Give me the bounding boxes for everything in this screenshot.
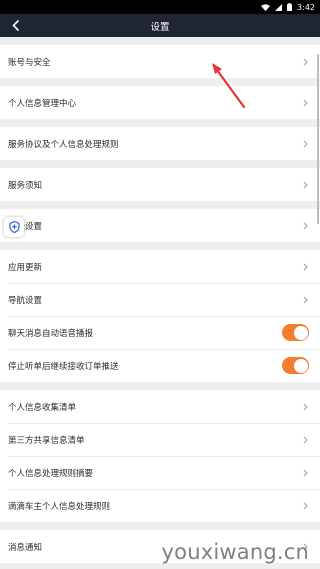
wifi-icon bbox=[261, 3, 271, 11]
settings-item-label: 第三方共享信息清单 bbox=[8, 435, 85, 446]
chevron-right-icon bbox=[301, 180, 309, 190]
chevron-left-icon bbox=[12, 20, 19, 31]
settings-item-account-security[interactable]: 账号与安全 bbox=[0, 45, 320, 78]
chevron-right-icon bbox=[301, 295, 309, 305]
floating-shield-button[interactable] bbox=[4, 217, 24, 237]
app-header: 设置 bbox=[0, 14, 320, 37]
shield-plus-icon bbox=[8, 221, 20, 233]
chevron-right-icon bbox=[301, 402, 309, 412]
order-push-toggle[interactable] bbox=[282, 357, 309, 374]
chevron-right-icon bbox=[301, 221, 309, 231]
chevron-right-icon bbox=[301, 98, 309, 108]
settings-item-rules-summary[interactable]: 个人信息处理规则摘要 bbox=[0, 456, 320, 489]
settings-group-address: 地址设置 bbox=[0, 209, 320, 242]
signal-icon bbox=[275, 3, 283, 11]
chevron-right-icon bbox=[301, 139, 309, 149]
chevron-right-icon bbox=[301, 262, 309, 272]
settings-item-chat-voice: 聊天消息自动语音播报 bbox=[0, 316, 320, 349]
settings-group-app: 应用更新 导航设置 聊天消息自动语音播报 停止听单后继续接收订单推送 bbox=[0, 250, 320, 382]
settings-group-privacy: 个人信息收集清单 第三方共享信息清单 个人信息处理规则摘要 滴滴车主个人信息处理… bbox=[0, 390, 320, 522]
settings-item-label: 地址设置 bbox=[8, 221, 43, 232]
settings-item-label: 聊天消息自动语音播报 bbox=[8, 328, 94, 339]
settings-item-label: 个人信息处理规则摘要 bbox=[8, 468, 94, 479]
settings-item-label: 导航设置 bbox=[8, 295, 43, 306]
settings-group-personal-info: 个人信息管理中心 bbox=[0, 86, 320, 119]
settings-item-app-update[interactable]: 应用更新 bbox=[0, 250, 320, 283]
toggle-knob bbox=[293, 358, 308, 373]
toggle-knob bbox=[293, 325, 308, 340]
settings-item-label: 个人信息管理中心 bbox=[8, 98, 77, 109]
settings-item-label: 服务协议及个人信息处理规则 bbox=[8, 139, 119, 150]
settings-item-order-push: 停止听单后继续接收订单推送 bbox=[0, 349, 320, 382]
settings-item-address[interactable]: 地址设置 bbox=[0, 209, 320, 242]
settings-item-navigation[interactable]: 导航设置 bbox=[0, 283, 320, 316]
chevron-right-icon bbox=[301, 435, 309, 445]
status-bar: 3:42 bbox=[0, 0, 320, 14]
settings-item-label: 服务须知 bbox=[8, 180, 43, 191]
page-title: 设置 bbox=[150, 21, 170, 33]
settings-item-driver-rules[interactable]: 滴滴车主个人信息处理规则 bbox=[0, 489, 320, 522]
settings-item-label: 停止听单后继续接收订单推送 bbox=[8, 361, 119, 372]
settings-group-account: 账号与安全 bbox=[0, 45, 320, 78]
settings-item-service-notice[interactable]: 服务须知 bbox=[0, 168, 320, 201]
scrollbar[interactable] bbox=[317, 54, 319, 224]
settings-item-personal-info-center[interactable]: 个人信息管理中心 bbox=[0, 86, 320, 119]
settings-item-label: 滴滴车主个人信息处理规则 bbox=[8, 501, 111, 512]
settings-item-info-collection-list[interactable]: 个人信息收集清单 bbox=[0, 390, 320, 423]
settings-item-service-agreement[interactable]: 服务协议及个人信息处理规则 bbox=[0, 127, 320, 160]
chat-voice-toggle[interactable] bbox=[282, 324, 309, 341]
chevron-right-icon bbox=[301, 57, 309, 67]
settings-list: 账号与安全 个人信息管理中心 服务协议及个人信息处理规则 服务须知 地址设置 应 bbox=[0, 37, 320, 569]
battery-icon bbox=[287, 3, 293, 11]
back-button[interactable] bbox=[6, 14, 24, 37]
chevron-right-icon bbox=[301, 501, 309, 511]
settings-item-third-party-list[interactable]: 第三方共享信息清单 bbox=[0, 423, 320, 456]
chevron-right-icon bbox=[301, 468, 309, 478]
watermark-text: youxiwang.cn bbox=[161, 540, 309, 564]
settings-item-label: 应用更新 bbox=[8, 262, 43, 273]
settings-item-label: 个人信息收集清单 bbox=[8, 402, 77, 413]
settings-group-agreement: 服务协议及个人信息处理规则 bbox=[0, 127, 320, 160]
settings-group-service-notice: 服务须知 bbox=[0, 168, 320, 201]
status-time: 3:42 bbox=[297, 2, 315, 12]
settings-item-label: 账号与安全 bbox=[8, 57, 51, 68]
